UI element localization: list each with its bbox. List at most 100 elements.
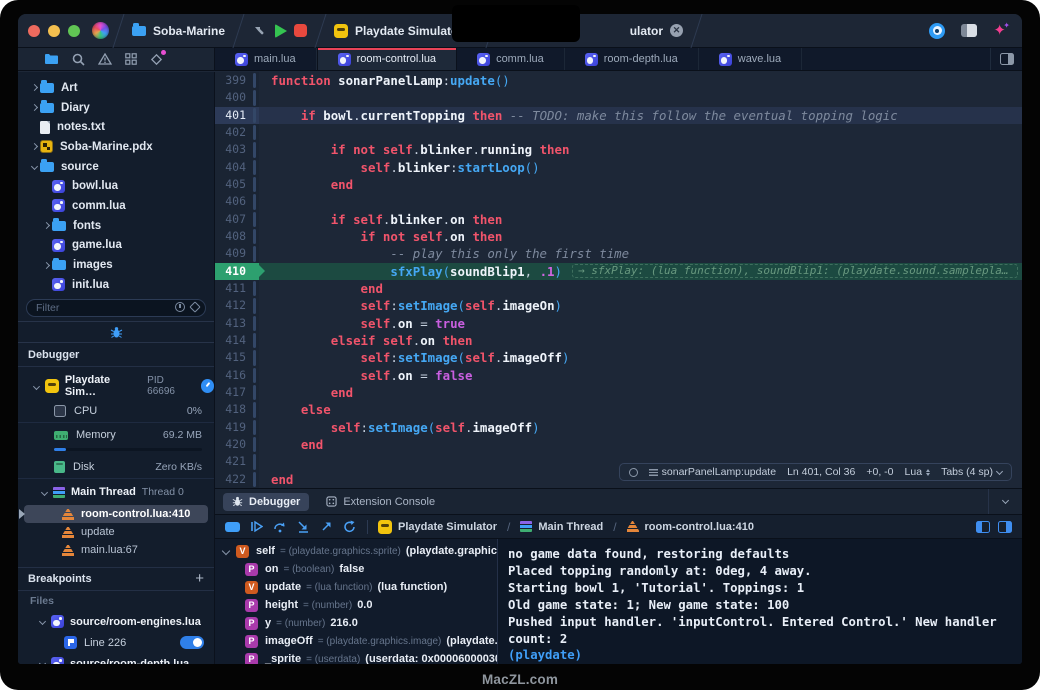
editor-tab-main-lua[interactable]: main.lua: [215, 48, 317, 70]
gutter-cell[interactable]: 414: [215, 332, 259, 349]
continue-button[interactable]: [250, 520, 263, 533]
gutter-cell[interactable]: 412: [215, 297, 259, 314]
language-selector[interactable]: Lua: [905, 466, 931, 478]
variable-row-self[interactable]: Vself= (playdate.graphics.sprite)(playda…: [215, 542, 497, 560]
editor-tab-room-control-lua[interactable]: room-control.lua: [317, 48, 457, 70]
gutter-cell[interactable]: 407: [215, 211, 259, 228]
tree-item-init-lua[interactable]: init.lua: [18, 275, 214, 295]
gutter-cell[interactable]: 417: [215, 384, 259, 401]
gutter-cell[interactable]: 418: [215, 401, 259, 418]
variables-panel[interactable]: Vself= (playdate.graphics.sprite)(playda…: [215, 539, 498, 664]
gutter-cell[interactable]: 401: [215, 107, 259, 124]
step-in-button[interactable]: [297, 520, 310, 533]
close-tab-icon[interactable]: ✕: [670, 24, 683, 37]
current-symbol[interactable]: sonarPanelLamp:update: [649, 466, 776, 478]
gutter-cell[interactable]: 421: [215, 453, 259, 470]
extensions-icon[interactable]: [150, 53, 163, 66]
run-button[interactable]: [275, 24, 287, 38]
tab-debugger[interactable]: Debugger: [223, 493, 309, 511]
breakpoint-file-source-room-engines-lua[interactable]: source/room-engines.lua: [18, 611, 214, 632]
tree-item-Art[interactable]: Art: [18, 78, 214, 98]
minimize-window-button[interactable]: [48, 25, 60, 37]
editor-tab-wave-lua[interactable]: wave.lua: [699, 48, 802, 70]
stop-button[interactable]: [294, 24, 307, 37]
cursor-position[interactable]: Ln 401, Col 36: [787, 466, 855, 478]
gutter-cell[interactable]: 409: [215, 245, 259, 262]
code-text: end: [259, 176, 353, 193]
symbols-grid-icon[interactable]: [125, 53, 137, 65]
gutter-cell[interactable]: 420: [215, 436, 259, 453]
variable-row-_sprite[interactable]: P_sprite= (userdata)(userdata: 0x0000600…: [215, 650, 497, 664]
gutter-cell[interactable]: 400: [215, 89, 259, 106]
project-name[interactable]: Soba-Marine: [128, 24, 229, 38]
variable-row-on[interactable]: Pon= (boolean)false: [215, 560, 497, 578]
breakpoint-file-source-room-depth-lua[interactable]: source/room-depth.lua: [18, 653, 214, 664]
zoom-window-button[interactable]: [68, 25, 80, 37]
breakpoint-toggle[interactable]: [180, 636, 204, 649]
tree-item-Soba-Marine-pdx[interactable]: Soba-Marine.pdx: [18, 137, 214, 157]
gutter-cell[interactable]: 406: [215, 193, 259, 210]
breadcrumb-frame[interactable]: room-control.lua:410: [627, 521, 754, 533]
thread-row[interactable]: Main Thread Thread 0: [18, 481, 214, 503]
tree-item-bowl-lua[interactable]: bowl.lua: [18, 176, 214, 196]
gutter-cell[interactable]: 399: [215, 72, 259, 89]
show-left-panel-icon[interactable]: [976, 521, 990, 533]
tree-item-images[interactable]: images: [18, 255, 214, 275]
stack-frame-update[interactable]: update: [18, 523, 214, 541]
gutter-cell[interactable]: 404: [215, 159, 259, 176]
gutter-cell[interactable]: 413: [215, 315, 259, 332]
debug-process-row[interactable]: Playdate Sim… PID 66696: [18, 373, 214, 399]
gutter-cell[interactable]: 402: [215, 124, 259, 141]
step-over-button[interactable]: [273, 520, 287, 533]
add-breakpoint-button[interactable]: +: [195, 567, 204, 591]
issues-warning-icon[interactable]: [98, 53, 112, 65]
tab-extension-console[interactable]: Extension Console: [317, 493, 444, 511]
gutter-cell[interactable]: 422: [215, 471, 259, 488]
files-sidebar-icon[interactable]: [44, 53, 59, 65]
close-window-button[interactable]: [28, 25, 40, 37]
tree-item-source[interactable]: source: [18, 157, 214, 177]
tree-item-game-lua[interactable]: game.lua: [18, 236, 214, 256]
breadcrumb-thread[interactable]: Main Thread: [520, 521, 603, 533]
step-out-button[interactable]: [320, 520, 333, 533]
restart-button[interactable]: [343, 520, 357, 533]
variable-row-height[interactable]: Pheight= (number)0.0: [215, 596, 497, 614]
gauge-icon[interactable]: [201, 379, 214, 393]
breakpoint-Line-226[interactable]: Line 226: [18, 632, 214, 653]
gutter-cell[interactable]: 416: [215, 367, 259, 384]
preview-eye-icon[interactable]: [929, 23, 945, 39]
pause-button[interactable]: [225, 522, 240, 532]
code-editor[interactable]: 399function sonarPanelLamp:update()40040…: [215, 72, 1022, 488]
show-right-panel-icon[interactable]: [998, 521, 1012, 533]
variable-row-y[interactable]: Py= (number)216.0: [215, 614, 497, 632]
breadcrumb-process[interactable]: Playdate Simulator: [378, 520, 497, 534]
gutter-cell[interactable]: 411: [215, 280, 259, 297]
indent-selector[interactable]: Tabs (4 sp): [941, 466, 1002, 478]
gutter-cell[interactable]: 410: [215, 263, 259, 280]
tree-item-label: init.lua: [72, 279, 109, 291]
chevron-down-icon[interactable]: [1002, 497, 1009, 504]
console-output[interactable]: no game data found, restoring defaultsPl…: [498, 539, 1022, 664]
stack-frame-room-control-lua-410[interactable]: room-control.lua:410: [24, 505, 208, 523]
filter-options-icon[interactable]: [189, 301, 200, 312]
variable-row-imageOff[interactable]: PimageOff= (playdate.graphics.image)(pla…: [215, 632, 497, 650]
sparkles-icon[interactable]: ✦: [993, 23, 1006, 38]
gutter-cell[interactable]: 408: [215, 228, 259, 245]
recent-clock-icon[interactable]: [175, 302, 185, 312]
gutter-cell[interactable]: 405: [215, 176, 259, 193]
tree-item-notes-txt[interactable]: notes.txt: [18, 117, 214, 137]
editor-tab-comm-lua[interactable]: comm.lua: [457, 48, 565, 70]
search-icon[interactable]: [72, 53, 85, 66]
variable-row-update[interactable]: Vupdate= (lua function)(lua function): [215, 578, 497, 596]
gutter-cell[interactable]: 403: [215, 141, 259, 158]
gutter-cell[interactable]: 415: [215, 349, 259, 366]
gutter-cell[interactable]: 419: [215, 419, 259, 436]
build-button[interactable]: [252, 23, 268, 39]
tree-item-comm-lua[interactable]: comm.lua: [18, 196, 214, 216]
stack-frame-main-lua-67[interactable]: main.lua:67: [18, 541, 214, 559]
split-editor-icon[interactable]: [1000, 53, 1014, 65]
sidebar-toggle-icon[interactable]: [961, 24, 977, 37]
editor-tab-room-depth-lua[interactable]: room-depth.lua: [565, 48, 699, 70]
tree-item-fonts[interactable]: fonts: [18, 216, 214, 236]
tree-item-Diary[interactable]: Diary: [18, 98, 214, 118]
